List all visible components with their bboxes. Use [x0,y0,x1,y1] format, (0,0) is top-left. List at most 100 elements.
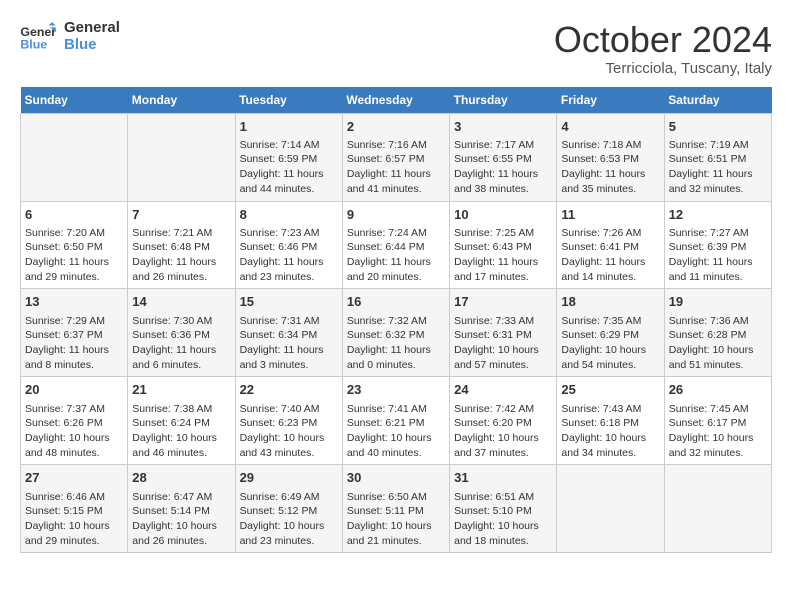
day-number: 13 [25,293,123,311]
day-number: 26 [669,381,767,399]
day-info: Sunrise: 7:26 AM Sunset: 6:41 PM Dayligh… [561,226,659,285]
day-number: 6 [25,206,123,224]
day-number: 12 [669,206,767,224]
svg-text:Blue: Blue [20,37,47,51]
location: Terricciola, Tuscany, Italy [554,60,772,77]
day-number: 25 [561,381,659,399]
month-title: October 2024 [554,20,772,60]
calendar-cell: 4 Sunrise: 7:18 AM Sunset: 6:53 PM Daylig… [557,113,664,201]
calendar-cell: 25 Sunrise: 7:43 AM Sunset: 6:18 PM Dayli… [557,377,664,465]
calendar-cell: 29 Sunrise: 6:49 AM Sunset: 5:12 PM Dayli… [235,465,342,553]
day-number: 28 [132,469,230,487]
calendar-table: SundayMondayTuesdayWednesdayThursdayFrid… [20,87,772,554]
day-info: Sunrise: 7:21 AM Sunset: 6:48 PM Dayligh… [132,226,230,285]
day-info: Sunrise: 7:30 AM Sunset: 6:36 PM Dayligh… [132,314,230,373]
day-number: 10 [454,206,552,224]
day-number: 20 [25,381,123,399]
day-number: 22 [240,381,338,399]
calendar-cell: 21Sunrise: 7:38 AM Sunset: 6:24 PM Dayli… [128,377,235,465]
day-info: Sunrise: 7:19 AM Sunset: 6:51 PM Dayligh… [669,138,767,197]
day-info: Sunrise: 7:45 AM Sunset: 6:17 PM Dayligh… [669,402,767,461]
day-info: Sunrise: 7:14 AM Sunset: 6:59 PM Dayligh… [240,138,338,197]
calendar-cell: 18 Sunrise: 7:35 AM Sunset: 6:29 PM Dayli… [557,289,664,377]
calendar-week-row: 20 Sunrise: 7:37 AM Sunset: 6:26 PM Dayli… [21,377,772,465]
day-number: 23 [347,381,445,399]
column-header-wednesday: Wednesday [342,87,449,114]
day-info: Sunrise: 7:43 AM Sunset: 6:18 PM Dayligh… [561,402,659,461]
calendar-cell: 26 Sunrise: 7:45 AM Sunset: 6:17 PM Dayli… [664,377,771,465]
column-header-tuesday: Tuesday [235,87,342,114]
calendar-cell: 17Sunrise: 7:33 AM Sunset: 6:31 PM Dayli… [450,289,557,377]
day-info: Sunrise: 7:25 AM Sunset: 6:43 PM Dayligh… [454,226,552,285]
calendar-cell: 8 Sunrise: 7:23 AM Sunset: 6:46 PM Daylig… [235,201,342,289]
calendar-cell: 5 Sunrise: 7:19 AM Sunset: 6:51 PM Daylig… [664,113,771,201]
day-number: 1 [240,118,338,136]
day-number: 21 [132,381,230,399]
calendar-cell [128,113,235,201]
calendar-cell: 20 Sunrise: 7:37 AM Sunset: 6:26 PM Dayli… [21,377,128,465]
day-info: Sunrise: 7:35 AM Sunset: 6:29 PM Dayligh… [561,314,659,373]
calendar-cell: 19 Sunrise: 7:36 AM Sunset: 6:28 PM Dayli… [664,289,771,377]
calendar-cell: 3 Sunrise: 7:17 AM Sunset: 6:55 PM Daylig… [450,113,557,201]
day-info: Sunrise: 7:33 AM Sunset: 6:31 PM Dayligh… [454,314,552,373]
day-info: Sunrise: 6:51 AM Sunset: 5:10 PM Dayligh… [454,490,552,549]
day-number: 19 [669,293,767,311]
day-number: 2 [347,118,445,136]
day-number: 7 [132,206,230,224]
calendar-cell: 1 Sunrise: 7:14 AM Sunset: 6:59 PM Daylig… [235,113,342,201]
column-header-friday: Friday [557,87,664,114]
day-info: Sunrise: 6:50 AM Sunset: 5:11 PM Dayligh… [347,490,445,549]
day-info: Sunrise: 7:24 AM Sunset: 6:44 PM Dayligh… [347,226,445,285]
calendar-cell: 31 Sunrise: 6:51 AM Sunset: 5:10 PM Dayli… [450,465,557,553]
calendar-cell: 12 Sunrise: 7:27 AM Sunset: 6:39 PM Dayli… [664,201,771,289]
day-number: 31 [454,469,552,487]
calendar-week-row: 13Sunrise: 7:29 AM Sunset: 6:37 PM Dayli… [21,289,772,377]
calendar-cell: 16Sunrise: 7:32 AM Sunset: 6:32 PM Dayli… [342,289,449,377]
day-number: 5 [669,118,767,136]
day-info: Sunrise: 7:17 AM Sunset: 6:55 PM Dayligh… [454,138,552,197]
logo-blue: Blue [64,37,120,54]
day-info: Sunrise: 6:46 AM Sunset: 5:15 PM Dayligh… [25,490,123,549]
day-number: 18 [561,293,659,311]
day-info: Sunrise: 7:27 AM Sunset: 6:39 PM Dayligh… [669,226,767,285]
calendar-cell: 13Sunrise: 7:29 AM Sunset: 6:37 PM Dayli… [21,289,128,377]
calendar-week-row: 6 Sunrise: 7:20 AM Sunset: 6:50 PM Daylig… [21,201,772,289]
day-number: 11 [561,206,659,224]
calendar-cell [664,465,771,553]
day-info: Sunrise: 7:37 AM Sunset: 6:26 PM Dayligh… [25,402,123,461]
calendar-week-row: 27Sunrise: 6:46 AM Sunset: 5:15 PM Dayli… [21,465,772,553]
day-info: Sunrise: 7:36 AM Sunset: 6:28 PM Dayligh… [669,314,767,373]
calendar-cell: 24Sunrise: 7:42 AM Sunset: 6:20 PM Dayli… [450,377,557,465]
day-number: 30 [347,469,445,487]
day-info: Sunrise: 6:47 AM Sunset: 5:14 PM Dayligh… [132,490,230,549]
title-block: October 2024 Terricciola, Tuscany, Italy [554,20,772,77]
calendar-cell: 7 Sunrise: 7:21 AM Sunset: 6:48 PM Daylig… [128,201,235,289]
day-info: Sunrise: 7:23 AM Sunset: 6:46 PM Dayligh… [240,226,338,285]
calendar-cell [557,465,664,553]
day-number: 3 [454,118,552,136]
calendar-cell: 28 Sunrise: 6:47 AM Sunset: 5:14 PM Dayli… [128,465,235,553]
calendar-cell: 14Sunrise: 7:30 AM Sunset: 6:36 PM Dayli… [128,289,235,377]
day-number: 16 [347,293,445,311]
day-number: 29 [240,469,338,487]
logo-icon: General Blue [20,22,56,52]
day-number: 8 [240,206,338,224]
day-info: Sunrise: 6:49 AM Sunset: 5:12 PM Dayligh… [240,490,338,549]
day-info: Sunrise: 7:40 AM Sunset: 6:23 PM Dayligh… [240,402,338,461]
day-info: Sunrise: 7:20 AM Sunset: 6:50 PM Dayligh… [25,226,123,285]
day-number: 24 [454,381,552,399]
day-info: Sunrise: 7:18 AM Sunset: 6:53 PM Dayligh… [561,138,659,197]
day-number: 4 [561,118,659,136]
page-header: General Blue General Blue October 2024 T… [20,20,772,77]
day-number: 9 [347,206,445,224]
calendar-cell: 23 Sunrise: 7:41 AM Sunset: 6:21 PM Dayli… [342,377,449,465]
calendar-cell [21,113,128,201]
day-info: Sunrise: 7:31 AM Sunset: 6:34 PM Dayligh… [240,314,338,373]
calendar-cell: 6 Sunrise: 7:20 AM Sunset: 6:50 PM Daylig… [21,201,128,289]
calendar-header-row: SundayMondayTuesdayWednesdayThursdayFrid… [21,87,772,114]
calendar-cell: 27Sunrise: 6:46 AM Sunset: 5:15 PM Dayli… [21,465,128,553]
day-info: Sunrise: 7:16 AM Sunset: 6:57 PM Dayligh… [347,138,445,197]
calendar-cell: 15Sunrise: 7:31 AM Sunset: 6:34 PM Dayli… [235,289,342,377]
column-header-monday: Monday [128,87,235,114]
day-info: Sunrise: 7:41 AM Sunset: 6:21 PM Dayligh… [347,402,445,461]
